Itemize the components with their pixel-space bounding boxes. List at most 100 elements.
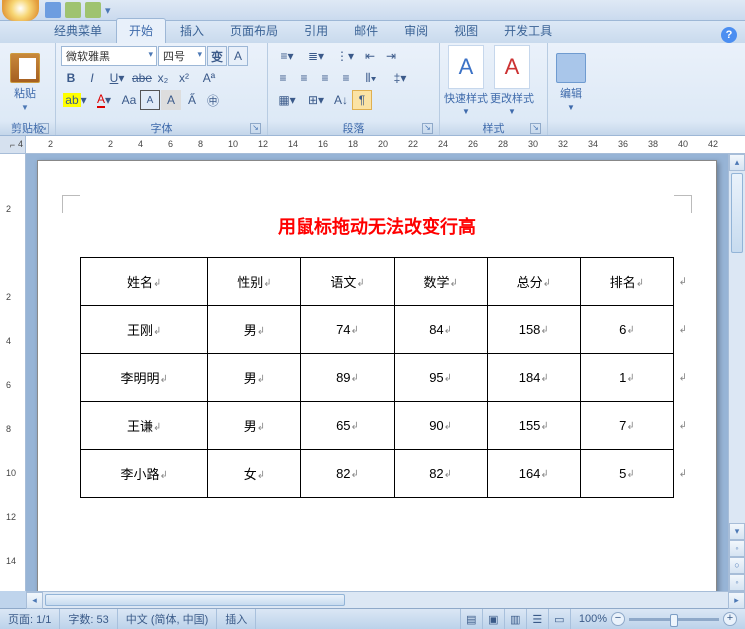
decrease-indent-button[interactable]: ⇤ — [360, 46, 380, 66]
undo-icon[interactable] — [65, 2, 81, 18]
change-case-button[interactable]: Aa — [119, 90, 139, 110]
horizontal-scrollbar[interactable]: ◂ ▸ — [26, 591, 745, 608]
table-cell[interactable]: 李小路↲ — [81, 450, 208, 498]
char-shading-button[interactable]: A — [161, 90, 181, 110]
table-cell[interactable]: 排名↲↲ — [580, 258, 673, 306]
dialog-launcher-icon[interactable]: ↘ — [38, 123, 49, 134]
table-cell[interactable]: 6↲↲ — [580, 306, 673, 354]
table-cell[interactable]: 84↲ — [394, 306, 487, 354]
dialog-launcher-icon[interactable]: ↘ — [422, 123, 433, 134]
table-cell[interactable]: 82↲ — [301, 450, 394, 498]
office-button[interactable] — [2, 0, 39, 21]
justify-button[interactable]: ≡ — [336, 68, 356, 88]
shading-button[interactable]: ▦▾ — [273, 90, 301, 110]
table-cell[interactable]: 155↲ — [487, 402, 580, 450]
table-cell[interactable]: 总分↲ — [487, 258, 580, 306]
table-cell[interactable]: 65↲ — [301, 402, 394, 450]
borders-button[interactable]: ⊞▾ — [302, 90, 330, 110]
tab-1[interactable]: 开始 — [116, 18, 166, 43]
char-border-button[interactable]: A — [140, 90, 160, 110]
prev-page-icon[interactable]: ◦ — [729, 540, 745, 557]
help-icon[interactable]: ? — [721, 27, 737, 43]
horizontal-ruler[interactable]: ⌐ 42246810121416182022242628303234363840… — [0, 136, 745, 154]
highlight-button[interactable]: ab▾ — [61, 90, 89, 110]
dialog-launcher-icon[interactable]: ↘ — [250, 123, 261, 134]
table-cell[interactable]: 184↲ — [487, 354, 580, 402]
tab-0[interactable]: 经典菜单 — [42, 19, 114, 43]
scroll-down-icon[interactable]: ▾ — [729, 523, 745, 540]
redo-icon[interactable] — [85, 2, 101, 18]
tab-3[interactable]: 页面布局 — [218, 19, 290, 43]
table-cell[interactable]: 7↲↲ — [580, 402, 673, 450]
document-title[interactable]: 用鼠标拖动无法改变行高 — [80, 213, 674, 239]
table-cell[interactable]: 男↲ — [208, 402, 301, 450]
italic-button[interactable]: I — [82, 68, 102, 88]
shrink-font-button[interactable]: A — [228, 46, 248, 66]
vertical-scrollbar[interactable]: ▴ ▾ ◦ ○ ◦ — [728, 154, 745, 591]
table-cell[interactable]: 158↲ — [487, 306, 580, 354]
tab-4[interactable]: 引用 — [292, 19, 340, 43]
table-row[interactable]: 姓名↲性别↲语文↲数学↲总分↲排名↲↲ — [81, 258, 674, 306]
scroll-thumb[interactable] — [731, 173, 743, 253]
quick-styles-button[interactable]: A 快速样式▼ — [444, 45, 488, 120]
change-styles-button[interactable]: A 更改样式▼ — [490, 45, 534, 120]
superscript-button[interactable]: x² — [174, 68, 194, 88]
zoom-out-button[interactable]: − — [611, 612, 625, 626]
dialog-launcher-icon[interactable]: ↘ — [530, 123, 541, 134]
fullscreen-icon[interactable]: ▣ — [482, 609, 504, 629]
table-cell[interactable]: 姓名↲ — [81, 258, 208, 306]
qat-dropdown-icon[interactable]: ▾ — [105, 4, 111, 17]
zoom-level[interactable]: 100% — [579, 613, 607, 625]
paste-button[interactable]: 粘贴 ▼ — [4, 45, 46, 120]
table-cell[interactable]: 89↲ — [301, 354, 394, 402]
table-cell[interactable]: 164↲ — [487, 450, 580, 498]
table-cell[interactable]: 李明明↲ — [81, 354, 208, 402]
status-insert[interactable]: 插入 — [217, 609, 256, 629]
table-row[interactable]: 王刚↲男↲74↲84↲158↲6↲↲ — [81, 306, 674, 354]
table-cell[interactable]: 82↲ — [394, 450, 487, 498]
enclose-button[interactable]: ㊥ — [203, 90, 223, 110]
status-words[interactable]: 字数: 53 — [60, 609, 117, 629]
bold-button[interactable]: B — [61, 68, 81, 88]
table-cell[interactable]: 男↲ — [208, 354, 301, 402]
font-size-select[interactable]: 四号 — [158, 46, 206, 66]
scroll-right-icon[interactable]: ▸ — [728, 592, 745, 609]
table-cell[interactable]: 74↲ — [301, 306, 394, 354]
scroll-thumb-h[interactable] — [45, 594, 345, 606]
status-language[interactable]: 中文 (简体, 中国) — [118, 609, 218, 629]
print-layout-icon[interactable]: ▤ — [460, 609, 482, 629]
table-row[interactable]: 李明明↲男↲89↲95↲184↲1↲↲ — [81, 354, 674, 402]
strike-button[interactable]: abe — [132, 68, 152, 88]
line-spacing-button[interactable]: ‡▾ — [386, 68, 414, 88]
next-page-icon[interactable]: ◦ — [729, 574, 745, 591]
font-color-button[interactable]: A▾ — [90, 90, 118, 110]
numbering-button[interactable]: ≣▾ — [302, 46, 330, 66]
table-row[interactable]: 李小路↲女↲82↲82↲164↲5↲↲ — [81, 450, 674, 498]
scroll-left-icon[interactable]: ◂ — [26, 592, 43, 609]
outline-icon[interactable]: ☰ — [526, 609, 548, 629]
table-cell[interactable]: 王谦↲ — [81, 402, 208, 450]
table-cell[interactable]: 数学↲ — [394, 258, 487, 306]
tab-5[interactable]: 邮件 — [342, 19, 390, 43]
draft-icon[interactable]: ▭ — [548, 609, 570, 629]
zoom-slider[interactable] — [629, 618, 719, 621]
multilevel-button[interactable]: ⋮▾ — [331, 46, 359, 66]
tab-6[interactable]: 审阅 — [392, 19, 440, 43]
grow-font-button[interactable]: 变 — [207, 46, 227, 66]
page[interactable]: 用鼠标拖动无法改变行高 姓名↲性别↲语文↲数学↲总分↲排名↲↲王刚↲男↲74↲8… — [37, 160, 717, 591]
phonetic-button[interactable]: A̋ — [182, 90, 202, 110]
subscript-button[interactable]: x₂ — [153, 68, 173, 88]
font-name-select[interactable]: 微软雅黑 — [61, 46, 157, 66]
tab-7[interactable]: 视图 — [442, 19, 490, 43]
align-left-button[interactable]: ≡ — [273, 68, 293, 88]
sort-button[interactable]: A↓ — [331, 90, 351, 110]
tab-8[interactable]: 开发工具 — [492, 19, 564, 43]
save-icon[interactable] — [45, 2, 61, 18]
table-cell[interactable]: 男↲ — [208, 306, 301, 354]
align-right-button[interactable]: ≡ — [315, 68, 335, 88]
table-cell[interactable]: 女↲ — [208, 450, 301, 498]
distribute-button[interactable]: ⫴▾ — [357, 68, 385, 88]
show-marks-button[interactable]: ¶ — [352, 90, 372, 110]
vertical-ruler[interactable]: 22468101214 — [0, 154, 26, 591]
align-center-button[interactable]: ≡ — [294, 68, 314, 88]
